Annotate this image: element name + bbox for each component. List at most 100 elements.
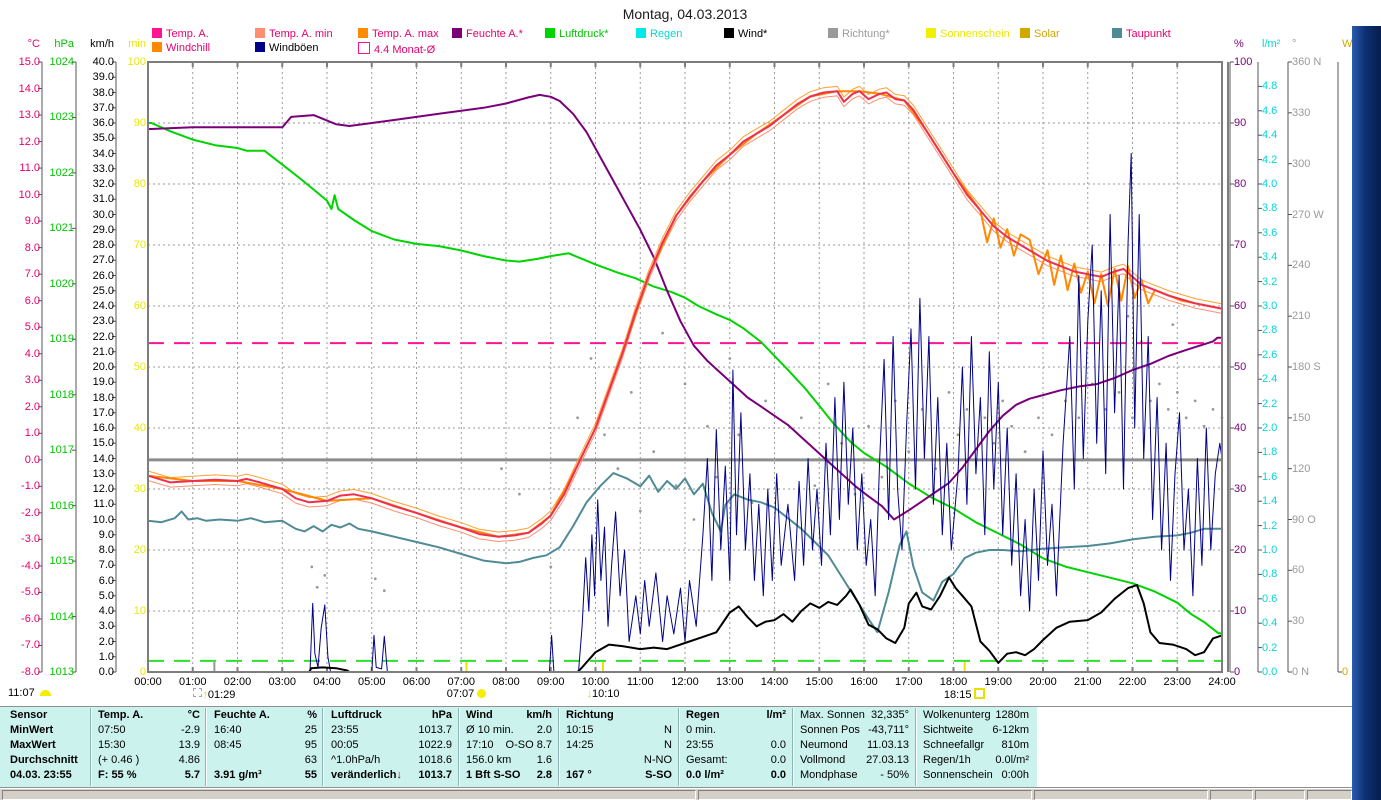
cell-label: veränderlich↓	[331, 769, 402, 781]
axis-label-lm2: 0.6	[1262, 592, 1278, 605]
status-panel	[698, 790, 1032, 800]
table-row: 08:45 95	[208, 738, 321, 753]
x-axis-label: 21:00	[1073, 676, 1102, 688]
axis-label-temp_c: 0.0	[24, 453, 40, 466]
status-panel	[1255, 790, 1305, 800]
axis-label-kmh: 34.0	[92, 147, 114, 160]
sensor-label: MinWert	[10, 724, 54, 736]
axis-label-kmh: 0.0	[98, 666, 114, 678]
axis-label-temp_c: 14.0	[18, 82, 40, 95]
cell-value: 63	[304, 754, 317, 766]
table-row: veränderlich↓ 1013.7	[325, 768, 456, 783]
cell-label: F: 55 %	[98, 769, 137, 781]
cell-value: 0.0	[770, 769, 786, 781]
axis-label-kmh: 29.0	[92, 223, 114, 236]
axis-label-temp_c: -8.0	[21, 666, 40, 678]
axis-label-hpa: 1020	[49, 277, 74, 290]
marker-time: 01:29	[207, 689, 236, 701]
arrow-down-icon: ↓	[396, 769, 402, 781]
axis-label-kmh: 16.0	[92, 422, 114, 434]
x-axis-label: 06:00	[402, 676, 431, 688]
axis-label-deg: 0 N	[1292, 666, 1310, 678]
cell-value: 6-12km	[992, 724, 1029, 736]
x-axis-label: 15:00	[805, 676, 834, 688]
axis-label-temp_c: 6.0	[24, 294, 40, 307]
axis-label-deg: 150	[1292, 411, 1311, 424]
cell-label: Wolkenunterg	[923, 709, 991, 721]
table-row: Durchschnitt	[4, 753, 88, 768]
axis-label-kmh: 3.0	[98, 620, 114, 633]
axis-label-temp_c: 15.0	[18, 56, 40, 68]
table-row: 23:55 1013.7	[325, 723, 456, 738]
marker-moonset: ↓10:10	[563, 688, 643, 701]
axis-label-kmh: 20.0	[92, 361, 114, 373]
axis-label-temp_c: 9.0	[24, 215, 40, 228]
table-col-astro: Max. Sonnen 32,335° Sonnen Pos -43,711° Neum…	[794, 708, 913, 786]
axis-label-min: 60	[133, 300, 146, 312]
x-axis-label: 17:00	[894, 676, 923, 688]
x-axis-label: 14:00	[760, 676, 789, 688]
axis-label-temp_c: -5.0	[21, 586, 40, 599]
cell-value: 32,335°	[870, 709, 909, 721]
axis-label-lm2: 3.2	[1262, 275, 1278, 288]
axis-label-kmh: 38.0	[92, 86, 114, 99]
status-panel	[1307, 790, 1352, 800]
cell-value: N	[664, 739, 672, 751]
cell-value: 5.7	[184, 769, 200, 781]
axis-label-min: 80	[133, 178, 146, 190]
cell-value: N	[664, 724, 672, 736]
table-row: 10:15 N	[560, 723, 676, 738]
axis-unit-min: min	[128, 38, 146, 50]
cell-label: 07:50	[98, 724, 126, 736]
axis-label-min: 90	[133, 117, 146, 129]
table-row: Neumond 11.03.13	[794, 738, 913, 753]
cell-value: 95	[304, 739, 317, 751]
marker-time: 07:07	[446, 688, 475, 700]
axis-label-hpa: 1022	[49, 166, 74, 179]
axis-label-hpa: 1024	[49, 56, 74, 68]
table-row: 1 Bft S-SO 2.8	[460, 768, 556, 783]
cell-value: 1022.9	[418, 739, 452, 751]
axis-label-kmh: 2.0	[98, 635, 114, 648]
cell-value: 810m	[1001, 739, 1029, 751]
cell-label: 0 min.	[686, 724, 716, 736]
axis-label-hpa: 1018	[49, 388, 74, 401]
moon-icon	[193, 688, 203, 697]
col-header: Feuchte A.	[214, 709, 270, 721]
sunrise-corner-marker: 11:07	[8, 687, 51, 700]
cell-label: 167 °	[566, 769, 592, 781]
axis-label-lm2: 1.4	[1262, 495, 1278, 508]
cell-label: 14:25	[566, 739, 594, 751]
table-row: 16:40 25	[208, 723, 321, 738]
axis-label-deg: 90 O	[1292, 513, 1316, 526]
col-header: Regen	[686, 709, 720, 721]
table-row: ^1.0hPa/h 1018.6	[325, 753, 456, 768]
axis-label-kmh: 31.0	[92, 193, 114, 206]
table-header-row: Richtung	[560, 708, 676, 723]
axis-label-min: 20	[133, 544, 146, 556]
axis-label-kmh: 11.0	[93, 498, 114, 511]
axis-label-kmh: 6.0	[98, 574, 114, 587]
table-col-weather: Wolkenunterg 1280m Sichtweite 6-12km Schneef…	[917, 708, 1033, 786]
table-col-regen: Regen l/m² 0 min. 23:55 0.0 Gesamt: 0.0 0.0 l/m…	[680, 708, 790, 786]
axis-label-lm2: 3.6	[1262, 226, 1278, 239]
cell-value: 11.03.13	[866, 739, 909, 751]
axis-label-pct: 90	[1234, 117, 1247, 129]
col-header: Luftdruck	[331, 709, 382, 721]
table-top-border	[0, 706, 1352, 707]
x-axis-label: 05:00	[357, 676, 386, 688]
cell-value: S-SO	[645, 769, 672, 781]
axis-label-deg: 180 S	[1292, 361, 1321, 373]
x-axis-label: 20:00	[1029, 676, 1057, 688]
axis-label-min: 30	[133, 483, 146, 495]
axis-label-temp_c: 11.0	[19, 162, 40, 175]
table-row: 14:25 N	[560, 738, 676, 753]
col-unit: hPa	[431, 709, 452, 721]
axis-label-min: 70	[133, 239, 146, 251]
table-row: Mondphase - 50%	[794, 768, 913, 783]
axis-label-kmh: 33.0	[92, 162, 114, 175]
table-col-feuchte: Feuchte A.% 16:40 25 08:45 95 63 3.91 g/m³ 55	[208, 708, 321, 786]
marker-sunset: 18:15	[925, 688, 1005, 702]
table-row: Sensor	[4, 708, 88, 723]
cell-label: Neumond	[800, 739, 848, 751]
